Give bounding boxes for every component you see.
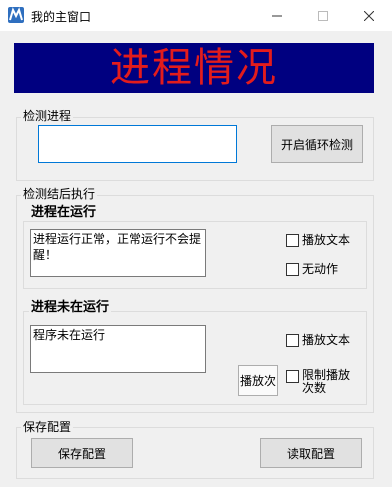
- checkbox-box[interactable]: [286, 334, 299, 347]
- config-group-label: 保存配置: [21, 420, 74, 434]
- checkbox-box[interactable]: [286, 370, 299, 383]
- not-running-group-label: 进程未在运行: [29, 300, 112, 315]
- title-bar[interactable]: 我的主窗口: [0, 0, 392, 31]
- maximize-icon: [318, 10, 328, 21]
- monitor-group-label: 检测进程: [21, 109, 74, 123]
- window-title: 我的主窗口: [31, 10, 92, 24]
- status-banner: 进程情况: [14, 43, 374, 93]
- limit-play-count-checkbox[interactable]: 限制播放 次数: [286, 369, 350, 395]
- maximize-button[interactable]: [300, 0, 346, 31]
- minimize-icon: [272, 15, 282, 16]
- not-running-message-textarea[interactable]: 程序未在运行: [30, 325, 206, 373]
- start-loop-detect-button[interactable]: 开启循环检测: [271, 125, 363, 163]
- checkbox-box[interactable]: [286, 234, 299, 247]
- running-play-text-checkbox[interactable]: 播放文本: [286, 233, 350, 247]
- save-config-button[interactable]: 保存配置: [31, 438, 133, 468]
- minimize-button[interactable]: [254, 0, 300, 31]
- app-logo-icon: [8, 7, 24, 23]
- play-count-button[interactable]: 播放次: [238, 365, 278, 396]
- running-message-textarea[interactable]: 进程运行正常，正常运行不会提醒！: [30, 229, 206, 277]
- running-group-label: 进程在运行: [29, 205, 99, 220]
- after-detect-group-label: 检测结后执行: [21, 187, 98, 201]
- checkbox-box[interactable]: [286, 263, 299, 276]
- load-config-button[interactable]: 读取配置: [260, 438, 362, 468]
- process-name-input[interactable]: [38, 125, 237, 163]
- close-icon: [364, 10, 374, 21]
- not-running-play-text-checkbox[interactable]: 播放文本: [286, 333, 350, 347]
- running-no-action-checkbox[interactable]: 无动作: [286, 262, 338, 276]
- close-button[interactable]: [346, 0, 392, 31]
